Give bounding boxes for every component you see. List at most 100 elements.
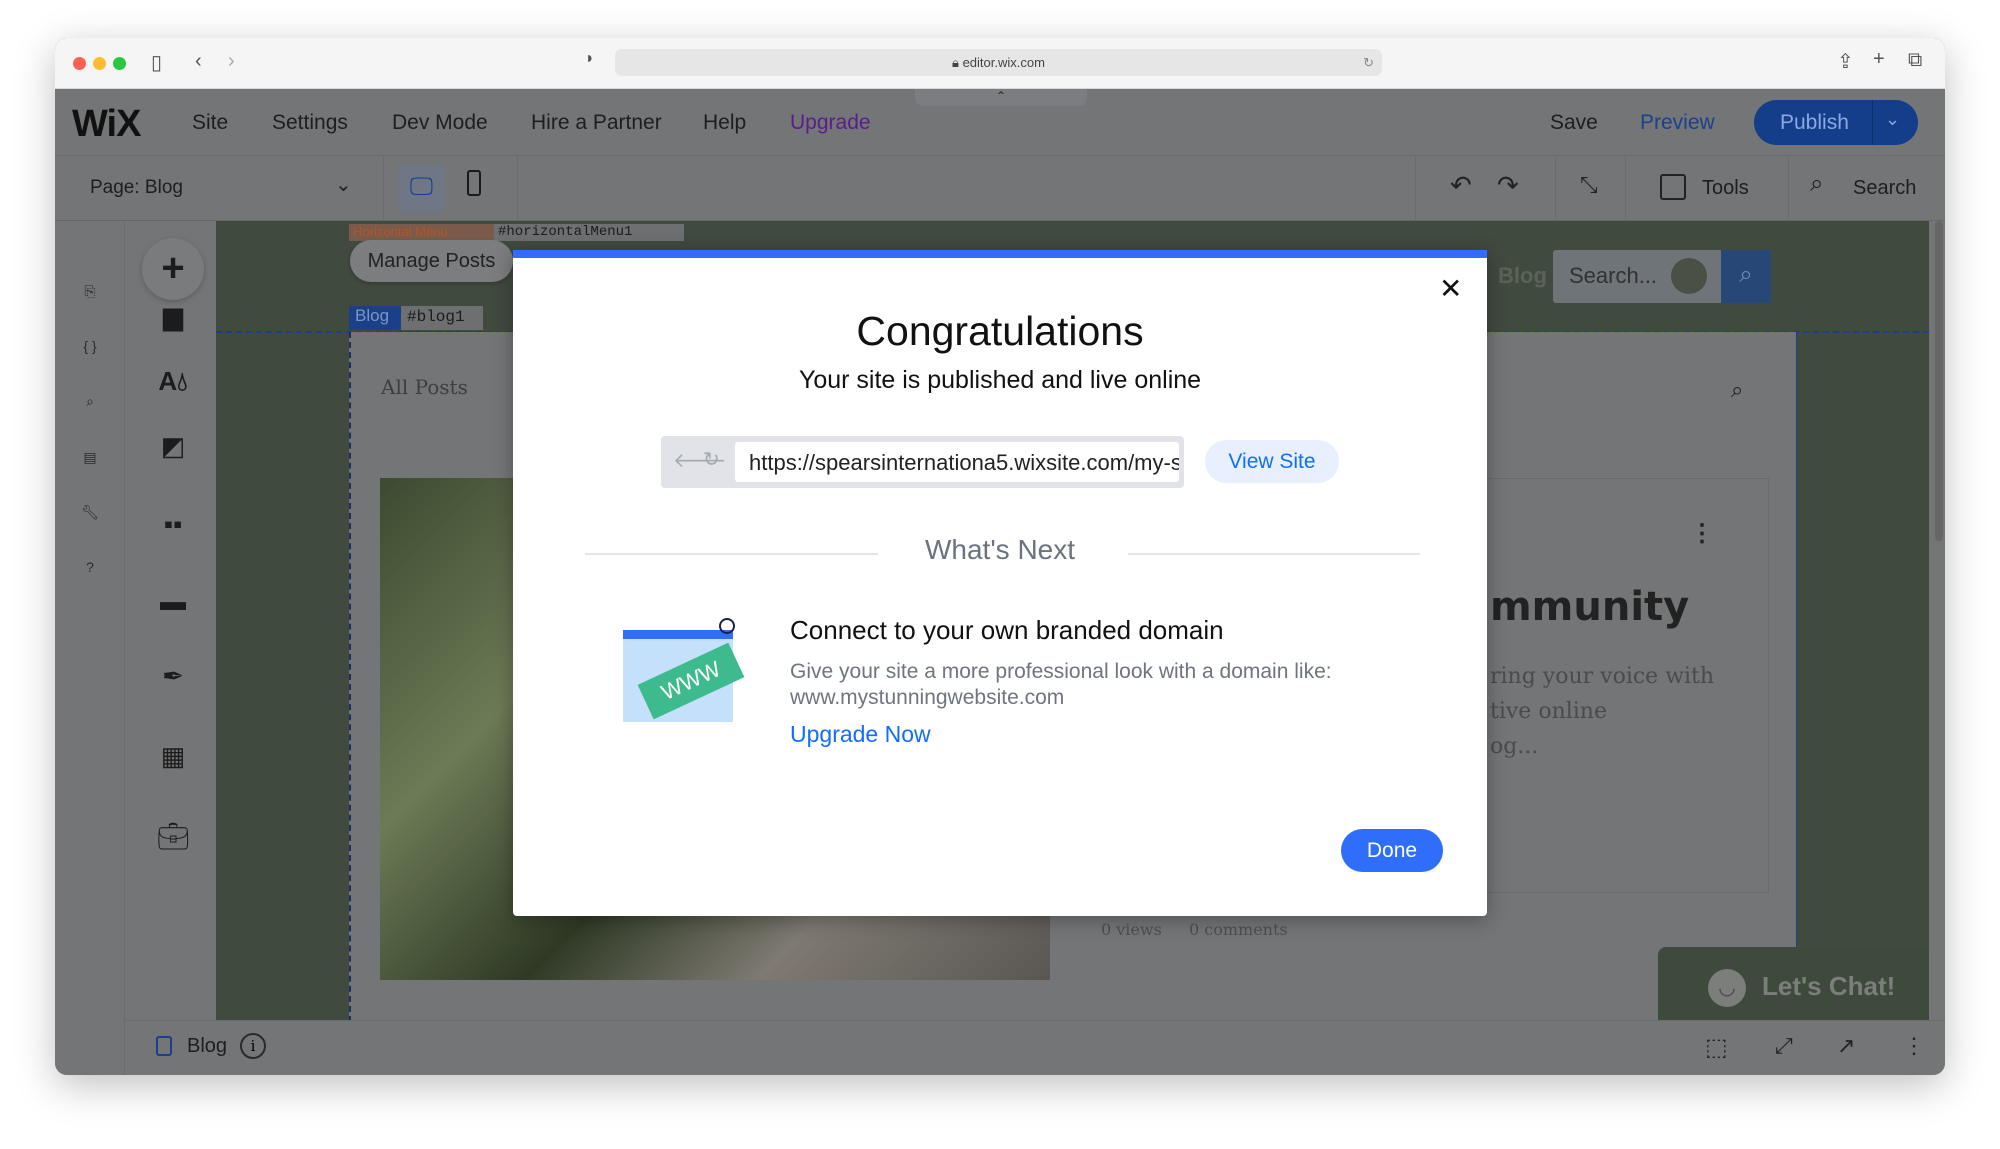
- search-placeholder: Search...: [1569, 263, 1658, 288]
- menu-help[interactable]: Help: [703, 111, 746, 135]
- editor-bottom-bar: Blog i ⬚ ⤢ ↗ ⋮: [125, 1020, 1945, 1075]
- cms-table-icon[interactable]: ▦: [153, 741, 193, 772]
- select-element-icon[interactable]: ⬚: [1705, 1033, 1728, 1062]
- database-icon[interactable]: ▤: [75, 449, 105, 466]
- preview-button[interactable]: Preview: [1640, 111, 1715, 135]
- search-code-icon[interactable]: ⌕: [75, 393, 105, 410]
- all-posts-tab[interactable]: All Posts: [381, 375, 468, 399]
- browser-toolbar: ▯ ‹ › ◗ 🔒︎ editor.wix.com ↻ ⇪ + ⧉: [55, 38, 1945, 89]
- portfolio-icon[interactable]: 💼︎: [153, 821, 193, 852]
- dialog-title: Congratulations: [856, 308, 1144, 354]
- search-button[interactable]: Search: [1853, 177, 1916, 200]
- upgrade-now-link[interactable]: Upgrade Now: [790, 721, 931, 748]
- sidebar-toggle-icon[interactable]: ▯: [151, 50, 162, 75]
- wrench-icon[interactable]: 🔧︎: [75, 504, 105, 521]
- editor-toolbar: Page: Blog ⌄ 🖵︎ ↶ ↷ ⤡ Tools ⌕ Search: [55, 156, 1945, 221]
- menu-hire-partner[interactable]: Hire a Partner: [531, 111, 662, 135]
- wix-logo[interactable]: WiX: [72, 103, 141, 146]
- example-domain: www.mystunningwebsite.com: [790, 686, 1065, 709]
- reload-icon: ↻: [703, 449, 720, 471]
- menu-upgrade[interactable]: Upgrade: [790, 111, 871, 135]
- chat-label: Let's Chat!: [1762, 971, 1896, 1001]
- excerpt-line: og...: [1490, 734, 1539, 759]
- canvas-scrollbar[interactable]: [1935, 221, 1943, 541]
- redo-icon[interactable]: ↷: [1497, 170, 1519, 201]
- post-views: 0 views: [1101, 920, 1162, 939]
- component-id: #horizontalMenu1: [494, 224, 684, 241]
- done-button[interactable]: Done: [1341, 829, 1443, 872]
- save-button[interactable]: Save: [1550, 111, 1598, 135]
- header-blog-link[interactable]: Blog: [1498, 263, 1547, 289]
- divider: [1555, 156, 1556, 221]
- apps-icon[interactable]: ▪▪: [153, 509, 193, 540]
- divider: [1625, 156, 1626, 221]
- publish-label: Publish: [1780, 111, 1849, 134]
- component-id: #blog1: [401, 306, 483, 330]
- excerpt-line: tive online: [1490, 699, 1607, 724]
- publish-success-dialog: ✕ Congratulations Your site is published…: [513, 250, 1487, 916]
- avatar[interactable]: [1671, 258, 1707, 294]
- dev-sidebar: ⎘ { } ⌕ ▤ 🔧︎ ?: [55, 221, 125, 1075]
- chevron-down-icon[interactable]: ⌄: [1885, 109, 1900, 130]
- menu-settings[interactable]: Settings: [272, 111, 348, 135]
- menu-dev-mode[interactable]: Dev Mode: [392, 111, 488, 135]
- blog-search-icon[interactable]: ⌕: [1731, 377, 1743, 403]
- more-icon[interactable]: ⋮: [1903, 1033, 1925, 1059]
- address-bar[interactable]: 🔒︎ editor.wix.com ↻: [615, 49, 1382, 76]
- editor-topbar: WiX Site Settings Dev Mode Hire a Partne…: [55, 89, 1945, 156]
- undo-icon[interactable]: ↶: [1450, 170, 1472, 201]
- page-code-icon[interactable]: ⎘: [75, 283, 105, 300]
- next-step-description: Give your site a more professional look …: [790, 660, 1332, 683]
- tabs-overview-icon[interactable]: ⧉: [1908, 49, 1922, 72]
- close-window-button[interactable]: [73, 57, 86, 70]
- forward-icon[interactable]: ›: [228, 50, 235, 73]
- blog-pen-icon[interactable]: ✒︎: [153, 661, 193, 692]
- share-icon[interactable]: ⇪: [1837, 49, 1854, 74]
- tools-button[interactable]: Tools: [1702, 177, 1749, 200]
- media-icon[interactable]: ▬: [153, 586, 193, 617]
- site-search-widget[interactable]: Search... ⌕: [1553, 250, 1771, 303]
- mobile-view-icon[interactable]: [467, 170, 481, 196]
- post-title[interactable]: mmunity: [1490, 584, 1689, 630]
- chat-button[interactable]: ◡ Let's Chat!: [1658, 947, 1929, 1020]
- background-icon[interactable]: ◩: [153, 431, 193, 462]
- desktop-view-icon[interactable]: 🖵︎: [398, 164, 445, 212]
- design-icon[interactable]: A💧︎: [153, 366, 193, 398]
- new-tab-icon[interactable]: +: [1873, 48, 1885, 71]
- post-excerpt: ring your voice with tive online og...: [1490, 659, 1714, 764]
- tag-ring-graphic: [719, 618, 735, 634]
- page-selector[interactable]: Page: Blog: [90, 177, 183, 199]
- code-braces-icon[interactable]: { }: [75, 338, 105, 354]
- chevron-down-icon[interactable]: ⌄: [335, 172, 352, 197]
- search-icon[interactable]: ⌕: [1721, 250, 1771, 303]
- publish-button[interactable]: Publish ⌄: [1754, 100, 1918, 145]
- zoom-window-button[interactable]: [113, 57, 126, 70]
- reload-icon[interactable]: ↻: [1363, 49, 1374, 76]
- page-icon: [156, 1036, 172, 1056]
- view-site-button[interactable]: View Site: [1205, 440, 1339, 483]
- more-options-icon[interactable]: ⋮: [1690, 519, 1714, 548]
- collapse-topbar-button[interactable]: ⌃: [915, 89, 1087, 106]
- open-external-icon[interactable]: ↗: [1837, 1033, 1855, 1059]
- site-url-field[interactable]: https://spearsinternationa5.wixsite.com/…: [735, 442, 1179, 482]
- component-tag: Horizontal Menu: [349, 224, 494, 241]
- help-icon[interactable]: ?: [75, 559, 105, 575]
- close-icon[interactable]: ✕: [1439, 272, 1462, 305]
- menu-site[interactable]: Site: [192, 111, 228, 135]
- search-icon[interactable]: ⌕: [1810, 170, 1823, 198]
- info-icon[interactable]: i: [240, 1033, 266, 1059]
- tools-icon[interactable]: [1660, 174, 1686, 200]
- next-step-title: Connect to your own branded domain: [790, 615, 1224, 645]
- zoom-out-icon[interactable]: ⤡: [1580, 172, 1598, 198]
- back-icon[interactable]: ‹: [195, 50, 202, 73]
- divider: [517, 156, 518, 221]
- add-elements-button[interactable]: +: [142, 238, 204, 300]
- divider: [383, 156, 384, 221]
- current-page-label[interactable]: Blog: [187, 1035, 227, 1058]
- pages-icon[interactable]: ▆: [153, 301, 193, 332]
- domain-illustration: WWW: [613, 610, 753, 730]
- expand-icon[interactable]: ⤢: [1775, 1033, 1793, 1059]
- manage-posts-button[interactable]: Manage Posts: [350, 240, 513, 282]
- minimize-window-button[interactable]: [93, 57, 106, 70]
- divider: [1872, 100, 1873, 145]
